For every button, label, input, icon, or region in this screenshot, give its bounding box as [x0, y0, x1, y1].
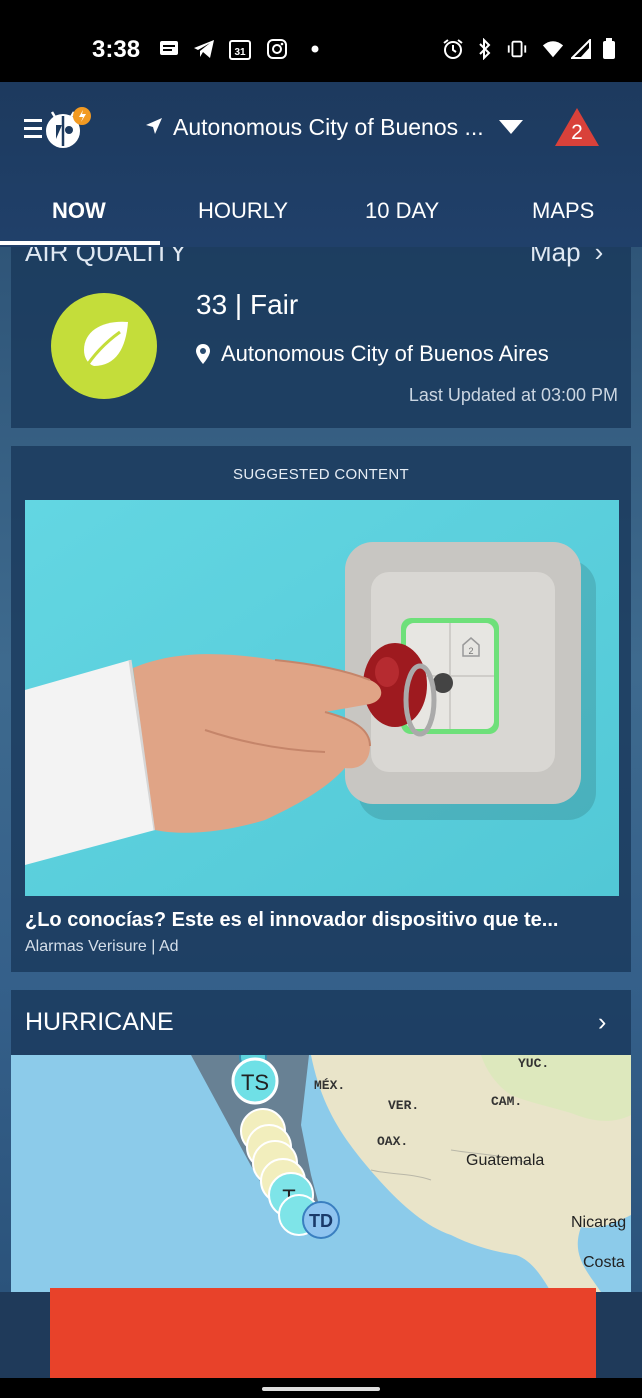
instagram-icon	[266, 38, 288, 60]
air-quality-location: Autonomous City of Buenos Aires	[195, 341, 549, 367]
air-quality-header-clip: AIR QUALITY Map ›	[0, 247, 642, 271]
navigation-arrow-icon	[145, 114, 163, 141]
air-quality-value: 33 | Fair	[196, 289, 299, 320]
active-tab-indicator	[0, 241, 160, 245]
app-logo-icon	[46, 107, 91, 148]
storm-marker-td: TD	[309, 1211, 333, 1231]
map-link-label: Map	[530, 247, 581, 267]
map-label-costa: Costa	[583, 1254, 625, 1271]
tab-bar: NOW HOURLY 10 DAY MAPS	[0, 190, 642, 246]
map-label-ver: VER.	[388, 1098, 419, 1113]
chevron-right-icon[interactable]: ›	[598, 1008, 606, 1037]
bluetooth-icon	[474, 38, 496, 60]
map-label-nicaragua: Nicarag	[571, 1214, 626, 1231]
suggested-content-label: SUGGESTED CONTENT	[233, 466, 409, 483]
banner-ad[interactable]	[50, 1288, 596, 1380]
air-quality-title: AIR QUALITY	[25, 247, 187, 267]
last-updated-text: Last Updated at 03:00 PM	[408, 385, 618, 405]
ad-image[interactable]: 2	[25, 500, 619, 896]
hurricane-map[interactable]: TS T TD MÉX. YUC. VER. CAM. OAX. Guatema…	[11, 1055, 631, 1292]
air-quality-location-name: Autonomous City of Buenos Aires	[221, 341, 549, 366]
tab-now[interactable]: NOW	[52, 198, 106, 224]
location-name: Autonomous City of Buenos ...	[173, 114, 484, 140]
key-panel-number: 2	[468, 646, 473, 656]
hurricane-title: HURRICANE	[25, 1008, 174, 1036]
menu-button[interactable]	[22, 106, 92, 152]
signal-icon	[570, 38, 592, 60]
hamburger-icon	[24, 119, 42, 138]
telegram-icon	[193, 38, 215, 60]
air-quality-indicator	[51, 293, 157, 399]
map-label-yuc: YUC.	[518, 1056, 549, 1071]
calendar-number: 31	[234, 47, 246, 58]
location-selector[interactable]: Autonomous City of Buenos ...	[145, 114, 524, 141]
vibrate-icon	[506, 38, 528, 60]
location-pin-icon	[196, 344, 210, 364]
alerts-button[interactable]: 2	[553, 106, 601, 148]
ad-title[interactable]: ¿Lo conocías? Este es el innovador dispo…	[25, 909, 619, 932]
wifi-icon	[542, 38, 564, 60]
chevron-right-icon: ›	[594, 247, 604, 267]
map-label-oax: OAX.	[377, 1134, 408, 1149]
leaf-icon	[82, 321, 128, 371]
calendar-icon: 31	[229, 38, 251, 60]
warning-triangle-icon: 2	[555, 108, 599, 146]
dropdown-caret-icon	[498, 114, 524, 141]
map-label-guatemala: Guatemala	[466, 1152, 544, 1169]
air-quality-map-link[interactable]: Map ›	[530, 247, 603, 268]
alarm-icon	[442, 38, 464, 60]
map-label-mex: MÉX.	[314, 1078, 345, 1093]
status-bar: 3:38 31	[0, 0, 642, 82]
home-indicator[interactable]	[262, 1387, 380, 1391]
tab-maps[interactable]: MAPS	[532, 198, 594, 224]
storm-marker-ts: TS	[241, 1070, 269, 1095]
ad-sponsor: Alarmas Verisure | Ad	[25, 938, 179, 955]
battery-icon	[598, 38, 620, 60]
tab-hourly[interactable]: HOURLY	[198, 198, 288, 224]
status-time: 3:38	[92, 36, 141, 63]
alert-count: 2	[571, 121, 583, 144]
dot-icon	[304, 38, 326, 60]
map-label-cam: CAM.	[491, 1094, 522, 1109]
tab-10-day[interactable]: 10 DAY	[365, 198, 439, 224]
message-icon	[158, 38, 180, 60]
